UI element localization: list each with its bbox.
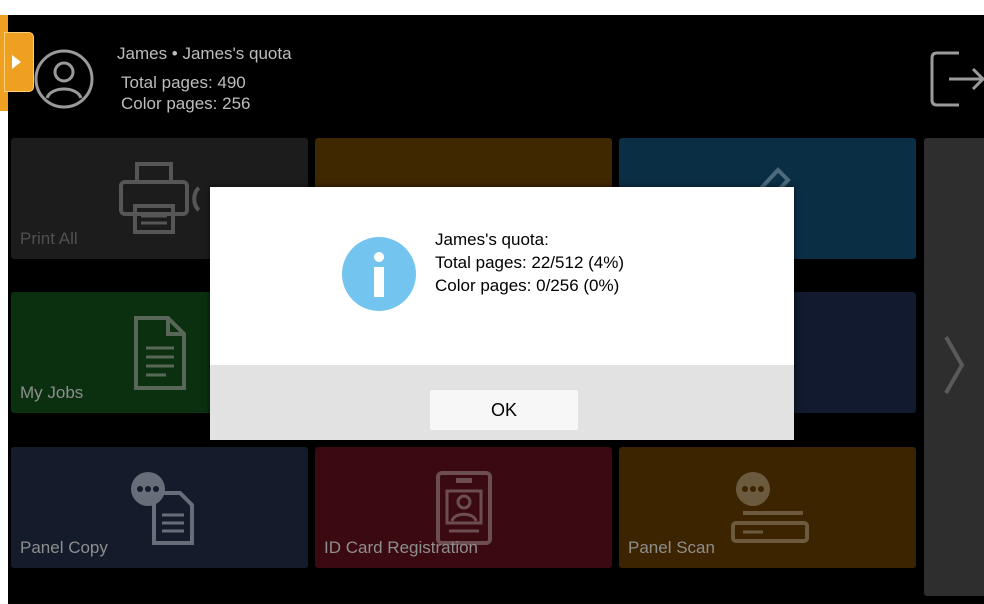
color-pages-usage: Color pages: 0/256 (0%) xyxy=(435,276,620,295)
modal-overlay: James's quota: Total pages: 22/512 (4%) … xyxy=(0,0,984,604)
ok-button[interactable]: OK xyxy=(430,390,578,430)
info-icon xyxy=(342,237,416,311)
total-pages-usage: Total pages: 22/512 (4%) xyxy=(435,253,625,272)
quota-dialog: James's quota: Total pages: 22/512 (4%) … xyxy=(210,187,794,440)
quota-title: James's quota: xyxy=(435,230,549,249)
